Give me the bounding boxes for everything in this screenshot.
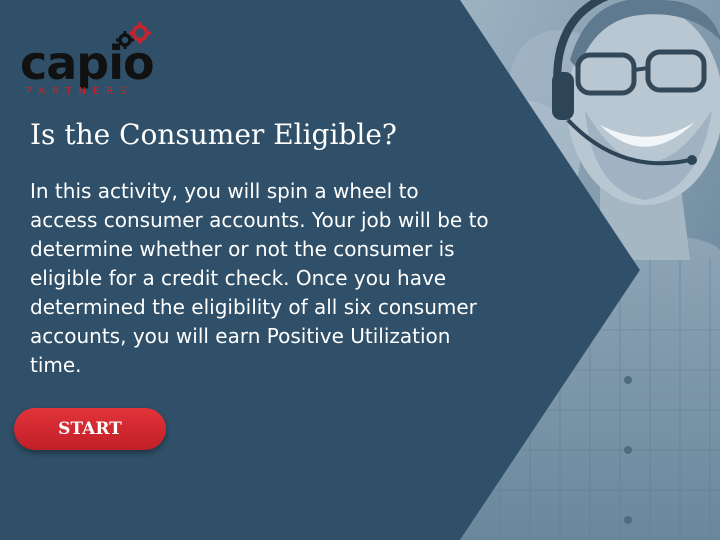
page-title: Is the Consumer Eligible? <box>30 118 397 151</box>
activity-description: In this activity, you will spin a wheel … <box>30 179 489 377</box>
logo-subtitle: PARTNERS <box>26 86 134 97</box>
logo-wordmark: capio <box>20 36 155 90</box>
start-button[interactable]: START <box>14 408 166 450</box>
slide: capio PARTNERS Is the Consumer Eligible?… <box>0 0 720 540</box>
capio-partners-logo: capio PARTNERS <box>20 22 170 102</box>
